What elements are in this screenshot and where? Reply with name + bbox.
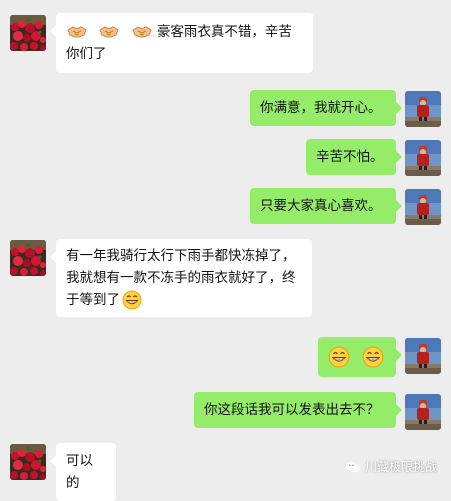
message-bubble-outgoing[interactable]: 只要大家真心喜欢。 xyxy=(250,188,402,224)
handshake-emoji-icon xyxy=(131,22,153,42)
wechat-official-account-icon xyxy=(345,461,360,472)
grin-emoji-icon xyxy=(328,346,350,368)
handshake-emoji-icon xyxy=(98,22,120,42)
message-bubble-outgoing[interactable]: 你满意，我就开心。 xyxy=(250,90,402,126)
self-avatar[interactable] xyxy=(405,189,441,225)
self-avatar[interactable] xyxy=(405,91,441,127)
red-flowers-avatar-icon xyxy=(10,15,46,51)
person-avatar-icon xyxy=(405,91,441,127)
watermark-text: 川藏极限挑战 xyxy=(364,460,437,474)
message-text: 有一年我骑行太行下雨手都快冻掉了，我就想有一款不冻手的雨衣就好了，终于等到了 xyxy=(66,248,296,308)
person-avatar-icon xyxy=(405,394,441,430)
self-avatar[interactable] xyxy=(405,140,441,176)
grin-emoji-icon xyxy=(122,290,142,310)
message-bubble-incoming[interactable]: 有一年我骑行太行下雨手都快冻掉了，我就想有一款不冻手的雨衣就好了，终于等到了 xyxy=(50,239,312,317)
contact-avatar[interactable] xyxy=(10,15,46,51)
person-avatar-icon xyxy=(405,189,441,225)
message-text: 你满意，我就开心。 xyxy=(260,100,382,116)
message-text: 可以的 xyxy=(66,453,93,491)
self-avatar[interactable] xyxy=(405,338,441,374)
person-avatar-icon xyxy=(405,338,441,374)
contact-avatar[interactable] xyxy=(10,444,46,480)
self-avatar[interactable] xyxy=(405,394,441,430)
message-bubble-outgoing[interactable] xyxy=(318,337,402,377)
message-bubble-outgoing[interactable]: 辛苦不怕。 xyxy=(306,139,402,175)
message-bubble-incoming[interactable]: 豪客雨衣真不错，辛苦你们了 xyxy=(50,13,313,73)
watermark: 川藏极限挑战 xyxy=(345,458,437,475)
message-text: 你这段话我可以发表出去不？ xyxy=(204,402,380,418)
person-avatar-icon xyxy=(405,140,441,176)
contact-avatar[interactable] xyxy=(10,240,46,276)
red-flowers-avatar-icon xyxy=(10,240,46,276)
message-bubble-outgoing[interactable]: 你这段话我可以发表出去不？ xyxy=(194,392,402,428)
message-bubble-incoming[interactable]: 可以的 xyxy=(50,443,116,501)
grin-emoji-icon xyxy=(362,346,384,368)
message-text: 辛苦不怕。 xyxy=(316,149,384,165)
handshake-emoji-icon xyxy=(66,22,88,42)
red-flowers-avatar-icon xyxy=(10,444,46,480)
message-text: 只要大家真心喜欢。 xyxy=(260,198,382,214)
